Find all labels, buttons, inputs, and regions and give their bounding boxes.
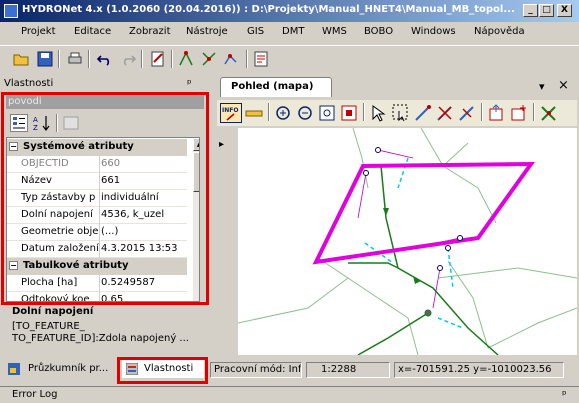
arrow-icon: ▸: [219, 139, 225, 150]
highlight-frame-tab: [117, 357, 208, 384]
menu-gis[interactable]: GIS: [247, 26, 264, 37]
undo-icon[interactable]: [96, 50, 114, 68]
add-node-icon[interactable]: [487, 103, 507, 123]
split-line-icon[interactable]: [457, 103, 477, 123]
stream-line: [380, 165, 499, 355]
description-title: Dolní napojení: [12, 306, 94, 317]
connection-line: [437, 317, 464, 329]
save-icon[interactable]: [36, 50, 54, 68]
description-text: [TO_FEATURE_ TO_FEATURE_ID]:Zdola napoje…: [12, 321, 189, 344]
pin-icon[interactable]: ᵖ: [187, 77, 192, 90]
report-icon[interactable]: [252, 50, 270, 68]
work-mode-status: Pracovní mód: Info: [210, 362, 302, 378]
zoom-extent-icon[interactable]: [317, 103, 337, 123]
menu-napoveda[interactable]: Nápověda: [474, 26, 525, 37]
toolbar-separator: [88, 50, 90, 68]
property-description: Dolní napojení [TO_FEATURE_ TO_FEATURE_I…: [6, 302, 204, 354]
add-polygon-icon[interactable]: [509, 103, 529, 123]
close-icon[interactable]: ×: [558, 78, 569, 93]
redo-icon[interactable]: [119, 50, 137, 68]
link-line: [377, 149, 414, 159]
select-area-icon[interactable]: [391, 103, 411, 123]
error-log-title: Error Log: [12, 389, 58, 400]
tab-project-explorer[interactable]: Průzkumník pr...: [4, 360, 117, 378]
dropdown-icon[interactable]: ▾: [539, 80, 545, 93]
catchment-boundary: [238, 277, 349, 324]
close-button[interactable]: X: [557, 4, 572, 17]
document-edit-icon[interactable]: [149, 50, 167, 68]
topology-check-icon[interactable]: [539, 103, 559, 123]
menu-windows[interactable]: Windows: [411, 26, 456, 37]
panel-title: Vlastnosti: [4, 78, 54, 89]
info-tool-icon[interactable]: INFO: [220, 103, 242, 123]
zoom-out-icon[interactable]: [295, 103, 315, 123]
link-line: [432, 267, 441, 309]
zoom-selection-icon[interactable]: [339, 103, 359, 123]
stream-line: [357, 312, 429, 355]
toolbar-separator: [171, 50, 173, 68]
network-split-icon[interactable]: [200, 50, 218, 68]
open-folder-icon[interactable]: [12, 50, 30, 68]
object-marker[interactable]: [445, 245, 451, 251]
map-canvas[interactable]: [238, 128, 577, 355]
catchment-boundary: [442, 165, 497, 224]
toolbar-separator: [246, 50, 248, 68]
toolbar-separator: [533, 103, 535, 121]
menu-bar: Projekt Editace Zobrazit Nástroje GIS DM…: [0, 22, 579, 44]
map-status-bar: Pracovní mód: Info 1:2288 x=-701591.25 y…: [210, 360, 579, 380]
menu-nastroje[interactable]: Nástroje: [186, 26, 228, 37]
toolbar-separator: [481, 103, 483, 121]
menu-bobo[interactable]: BOBO: [364, 26, 393, 37]
stream-line: [348, 262, 399, 269]
svg-text:INFO: INFO: [222, 107, 238, 114]
coordinate-status: x=-701591.25 y=-1010023.56: [394, 362, 564, 378]
pin-icon[interactable]: ᵖ: [562, 388, 567, 401]
print-icon[interactable]: [66, 50, 84, 68]
toolbar-separator: [268, 103, 270, 121]
ruler-icon[interactable]: [244, 103, 264, 123]
error-log-panel: Error Log ᵖ: [0, 386, 579, 403]
scale-status[interactable]: 1:2288: [306, 362, 390, 378]
delete-vertex-icon[interactable]: [435, 103, 455, 123]
menu-editace[interactable]: Editace: [74, 26, 111, 37]
link-line: [357, 172, 367, 219]
toolbar-separator: [141, 50, 143, 68]
highlight-frame-properties: [1, 92, 209, 305]
network-check-icon[interactable]: [222, 50, 240, 68]
app-icon: [4, 4, 18, 18]
select-tool-icon[interactable]: [369, 103, 389, 123]
explorer-icon: [8, 363, 20, 375]
network-tool-icon[interactable]: [177, 50, 195, 68]
object-marker[interactable]: [457, 235, 463, 241]
catchment-boundary: [420, 128, 469, 167]
flow-arrow-icon: [383, 208, 389, 216]
main-toolbar: [0, 45, 579, 71]
toolbar-separator: [363, 103, 365, 121]
tab-label: Průzkumník pr...: [28, 363, 109, 374]
selected-polygon[interactable]: [312, 161, 535, 265]
network-node: [424, 309, 432, 317]
toolbar-separator: [58, 50, 60, 68]
map-toolbar: INFO: [217, 100, 577, 126]
object-marker[interactable]: [363, 170, 369, 176]
catchment-boundary: [487, 307, 577, 349]
object-marker[interactable]: [375, 147, 381, 153]
window-title: HYDRONet 4.x (1.0.2060 (20.04.2016)) : D…: [22, 4, 515, 15]
catchment-boundary: [317, 257, 419, 355]
menu-wms[interactable]: WMS: [322, 26, 347, 37]
zoom-in-icon[interactable]: [273, 103, 293, 123]
menu-projekt[interactable]: Projekt: [21, 26, 56, 37]
map-drawing: [238, 128, 577, 355]
tab-map-view[interactable]: Pohled (mapa): [220, 77, 332, 97]
properties-panel-header: Vlastnosti: [0, 75, 212, 93]
menu-dmt[interactable]: DMT: [282, 26, 304, 37]
menu-zobrazit[interactable]: Zobrazit: [129, 26, 171, 37]
maximize-button[interactable]: □: [539, 4, 554, 17]
edit-vertex-icon[interactable]: [413, 103, 433, 123]
minimize-button[interactable]: _: [523, 4, 538, 17]
object-marker[interactable]: [437, 265, 443, 271]
title-bar: HYDRONet 4.x (1.0.2060 (20.04.2016)) : D…: [0, 0, 579, 22]
connection-line: [397, 157, 409, 189]
